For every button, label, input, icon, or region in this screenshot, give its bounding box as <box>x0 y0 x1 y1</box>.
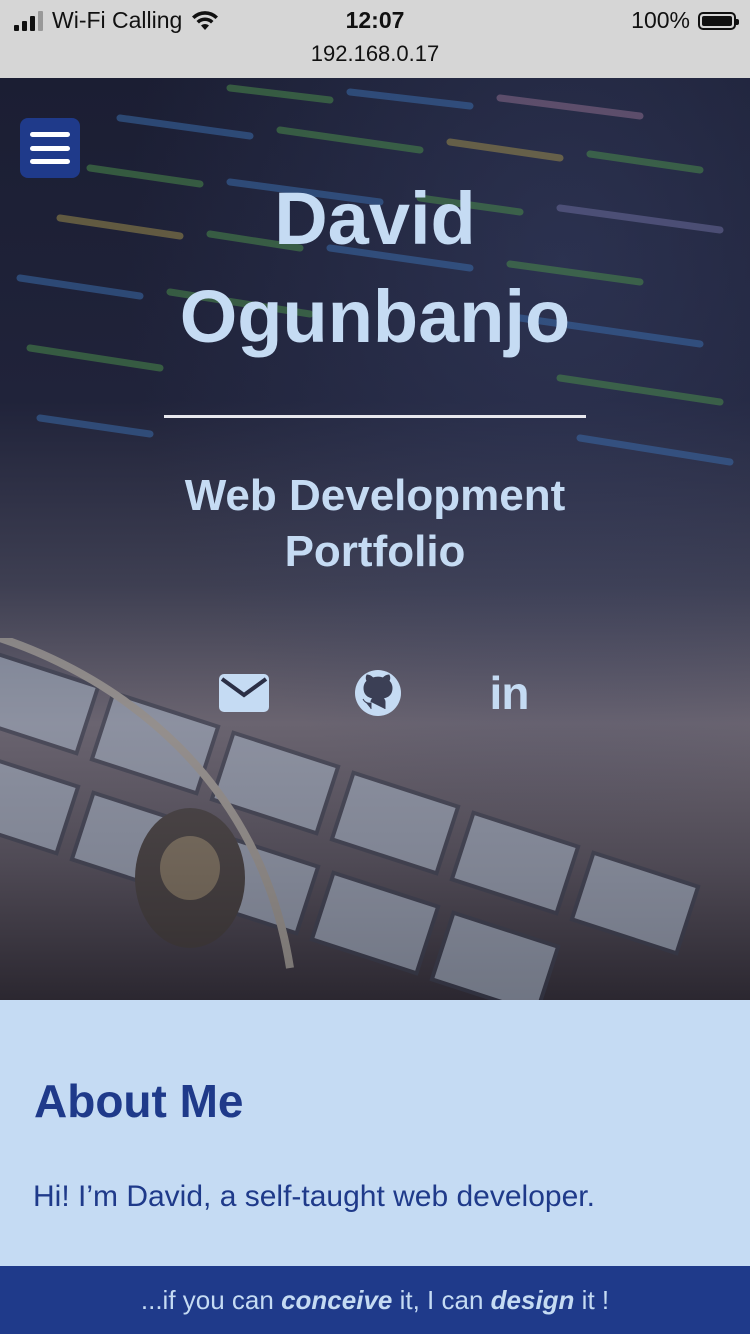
battery-icon <box>698 11 739 30</box>
hero-name-first: David <box>274 177 476 260</box>
about-section: About Me Hi! I’m David, a self-taught we… <box>0 1000 750 1266</box>
envelope-icon[interactable] <box>218 668 270 718</box>
about-heading: About Me <box>34 1075 244 1127</box>
hero-subtitle-line1: Web Development <box>184 471 566 520</box>
linkedin-icon[interactable]: in <box>483 667 535 719</box>
footer-text-part2: it, I can <box>392 1285 491 1315</box>
hero-divider <box>164 415 586 418</box>
url-bar[interactable]: 192.168.0.17 <box>0 41 750 67</box>
footer-text-part3: it ! <box>574 1285 610 1315</box>
status-right: 100% <box>631 7 739 34</box>
social-links: in <box>0 667 750 719</box>
hamburger-line <box>30 145 70 151</box>
hero-subtitle: Web Development Portfolio <box>0 468 750 580</box>
footer-tagline: ...if you can conceive it, I can design … <box>0 1266 750 1334</box>
hamburger-line <box>30 132 70 137</box>
hero-subtitle-line2: Portfolio <box>284 527 466 576</box>
about-text: Hi! I’m David, a self-taught web develop… <box>33 1180 595 1213</box>
footer-word-design: design <box>490 1285 575 1315</box>
footer-text-part1: ...if you can <box>140 1285 282 1315</box>
status-bar: Wi-Fi Calling 12:07 100% 192.168.0.17 <box>0 0 750 78</box>
menu-button[interactable] <box>20 118 80 178</box>
hero-name: David Ogunbanjo <box>0 170 750 366</box>
hero-name-last: Ogunbanjo <box>179 275 571 358</box>
hamburger-line <box>30 159 70 164</box>
github-icon[interactable] <box>353 668 403 718</box>
hero-section: David Ogunbanjo Web Development Portfoli… <box>0 78 750 1000</box>
battery-percent: 100% <box>631 7 690 33</box>
footer-word-conceive: conceive <box>281 1285 393 1315</box>
